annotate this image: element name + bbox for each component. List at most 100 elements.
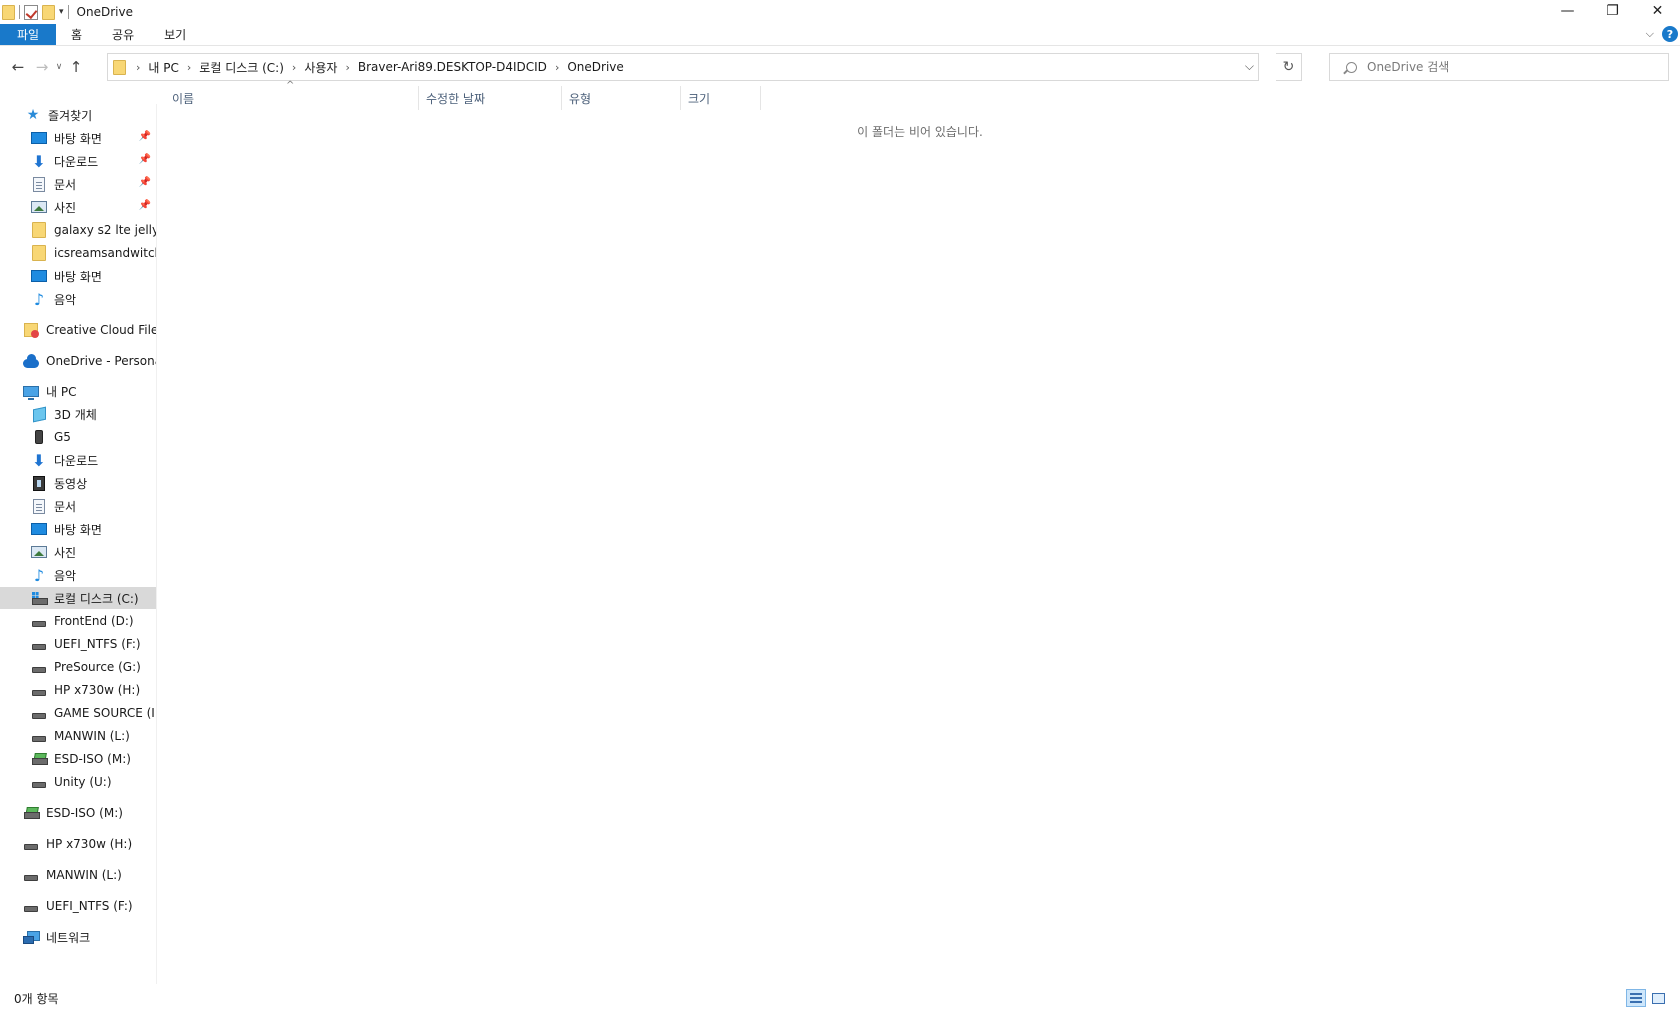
sidebar-item-removable-m[interactable]: ESD-ISO (M:) [0,802,156,824]
drive-icon [30,682,48,698]
sidebar-item-creative-cloud[interactable]: Creative Cloud Files [0,319,157,341]
desktop-icon [30,521,48,537]
sidebar-item-label: 음악 [54,292,77,307]
tab-share[interactable]: 공유 [97,24,149,45]
restore-button[interactable]: ❐ [1590,0,1635,22]
breadcrumb-chevron-icon[interactable]: › [288,61,300,74]
sidebar-item-label: ESD-ISO (M:) [54,752,131,766]
breadcrumb-this-pc[interactable]: 내 PC [144,59,182,76]
search-input[interactable] [1367,60,1657,74]
sidebar-item-label: 문서 [54,499,77,514]
sidebar-item-removable-f[interactable]: UEFI_NTFS (F:) [0,895,156,917]
breadcrumb-user-folder[interactable]: Braver-Ari89.DESKTOP-D4IDCID [354,60,551,74]
sidebar-item-drive-d[interactable]: FrontEnd (D:) [0,610,156,632]
sidebar-item-drive-l[interactable]: MANWIN (L:) [0,725,156,747]
sidebar-item-removable-l[interactable]: MANWIN (L:) [0,864,156,886]
navigation-pane[interactable]: ★ 즐겨찾기 바탕 화면 📌 ⬇ 다운로드 📌 문서 📌 사진 📌 galaxy… [0,104,157,984]
breadcrumb-chevron-icon[interactable]: › [551,61,563,74]
sidebar-item-downloads[interactable]: ⬇ 다운로드 📌 [0,150,156,172]
column-header-name[interactable]: 이름 ^ [166,80,419,110]
sidebar-item-drive-g[interactable]: PreSource (G:) [0,656,156,678]
sidebar-item-pc-documents[interactable]: 문서 [0,495,156,517]
sidebar-item-drive-u[interactable]: Unity (U:) [0,771,156,793]
sidebar-item-music[interactable]: ♪ 음악 [0,288,156,310]
up-arrow-icon[interactable]: ↑ [66,55,86,79]
tab-view[interactable]: 보기 [149,24,201,45]
recent-locations-chevron-icon[interactable]: ∨ [52,55,66,79]
sidebar-item-local-disk-c[interactable]: 로컬 디스크 (C:) [0,587,156,609]
minimize-button[interactable]: — [1545,0,1590,22]
search-box[interactable] [1329,53,1669,81]
expand-ribbon-chevron-icon[interactable]: ⌵ [1646,27,1654,41]
help-icon[interactable]: ? [1662,26,1678,42]
sidebar-item-g5[interactable]: G5 [0,426,156,448]
forward-arrow-icon[interactable]: → [32,55,52,79]
sidebar-item-pc-desktop[interactable]: 바탕 화면 [0,518,156,540]
sidebar-item-label: 바탕 화면 [54,269,102,284]
sidebar-item-documents[interactable]: 문서 📌 [0,173,156,195]
large-icons-view-button[interactable] [1648,989,1668,1007]
column-header-type[interactable]: 유형 [563,86,681,110]
search-icon [1346,61,1357,73]
sidebar-item-desktop[interactable]: 바탕 화면 📌 [0,127,156,149]
sidebar-item-pc-downloads[interactable]: ⬇ 다운로드 [0,449,156,471]
video-icon [30,475,48,491]
column-header-date-modified[interactable]: 수정한 날짜 [420,86,562,110]
breadcrumb-chevron-icon[interactable]: › [341,61,353,74]
back-arrow-icon[interactable]: ← [8,55,28,79]
breadcrumb-chevron-icon[interactable]: › [132,61,144,74]
customize-toolbar-dropdown[interactable]: ▾ [59,7,64,17]
sidebar-item-label: PreSource (G:) [54,660,141,674]
sidebar-item-quick-access[interactable]: ★ 즐겨찾기 [0,104,156,126]
drive-icon [30,728,48,744]
sidebar-item-pictures[interactable]: 사진 📌 [0,196,156,218]
new-folder-icon[interactable] [42,4,55,20]
breadcrumb-local-disk[interactable]: 로컬 디스크 (C:) [195,59,288,76]
file-list[interactable]: 이름 ^ 수정한 날짜 유형 크기 이 폴더는 비어 있습니다. [160,80,1680,986]
pin-icon[interactable]: 📌 [139,177,151,188]
drive-icon [30,705,48,721]
sidebar-item-drive-f[interactable]: UEFI_NTFS (F:) [0,633,156,655]
sidebar-item-label: 다운로드 [54,154,99,169]
sidebar-item-drive-h[interactable]: HP x730w (H:) [0,679,156,701]
sidebar-item-videos[interactable]: 동영상 [0,472,156,494]
sidebar-item-ics-folder[interactable]: icsreamsandwitch [0,242,157,264]
sidebar-item-label: UEFI_NTFS (F:) [54,637,141,651]
sidebar-item-galaxy-folder[interactable]: galaxy s2 lte jellybean [0,219,156,241]
pin-icon[interactable]: 📌 [139,200,151,211]
sidebar-item-3d-objects[interactable]: 3D 개체 [0,403,156,425]
sidebar-item-pc-pictures[interactable]: 사진 [0,541,156,563]
sidebar-item-drive-i[interactable]: GAME SOURCE (I:) [0,702,156,724]
pin-icon[interactable]: 📌 [139,131,151,142]
breadcrumb-chevron-icon[interactable]: › [183,61,195,74]
folder-icon[interactable] [2,4,15,20]
window-title: OneDrive [76,5,133,19]
breadcrumb-onedrive[interactable]: OneDrive [563,60,627,74]
address-dropdown-chevron-icon[interactable]: ⌵ [1245,59,1254,74]
sidebar-item-label: 네트워크 [46,930,91,945]
sidebar-item-desktop-2[interactable]: 바탕 화면 [0,265,156,287]
column-header-size[interactable]: 크기 [682,86,761,110]
tab-home[interactable]: 홈 [56,24,97,45]
sidebar-item-pc-music[interactable]: ♪ 음악 [0,564,156,586]
sidebar-item-onedrive[interactable]: OneDrive - Personal [0,350,156,372]
sidebar-item-removable-h[interactable]: HP x730w (H:) [0,833,156,855]
iso-drive-icon [22,805,40,821]
sidebar-item-label: 바탕 화면 [54,131,102,146]
close-button[interactable]: ✕ [1635,0,1680,22]
properties-icon[interactable] [24,4,38,20]
windows-drive-icon [30,590,48,606]
picture-icon [30,544,48,560]
pin-icon[interactable]: 📌 [139,154,151,165]
window-controls: — ❐ ✕ [1545,0,1680,24]
sidebar-item-network[interactable]: 네트워크 [0,926,156,948]
address-bar[interactable]: › 내 PC › 로컬 디스크 (C:) › 사용자 › Braver-Ari8… [107,53,1259,81]
sidebar-item-label: icsreamsandwitch [54,246,157,260]
sidebar-item-this-pc[interactable]: 내 PC [0,380,156,402]
sidebar-item-label: Creative Cloud Files [46,323,157,337]
tab-file[interactable]: 파일 [0,24,56,45]
breadcrumb-users[interactable]: 사용자 [300,59,341,76]
refresh-icon[interactable]: ↻ [1276,53,1302,81]
details-view-button[interactable] [1626,989,1646,1007]
sidebar-item-drive-m[interactable]: ESD-ISO (M:) [0,748,156,770]
